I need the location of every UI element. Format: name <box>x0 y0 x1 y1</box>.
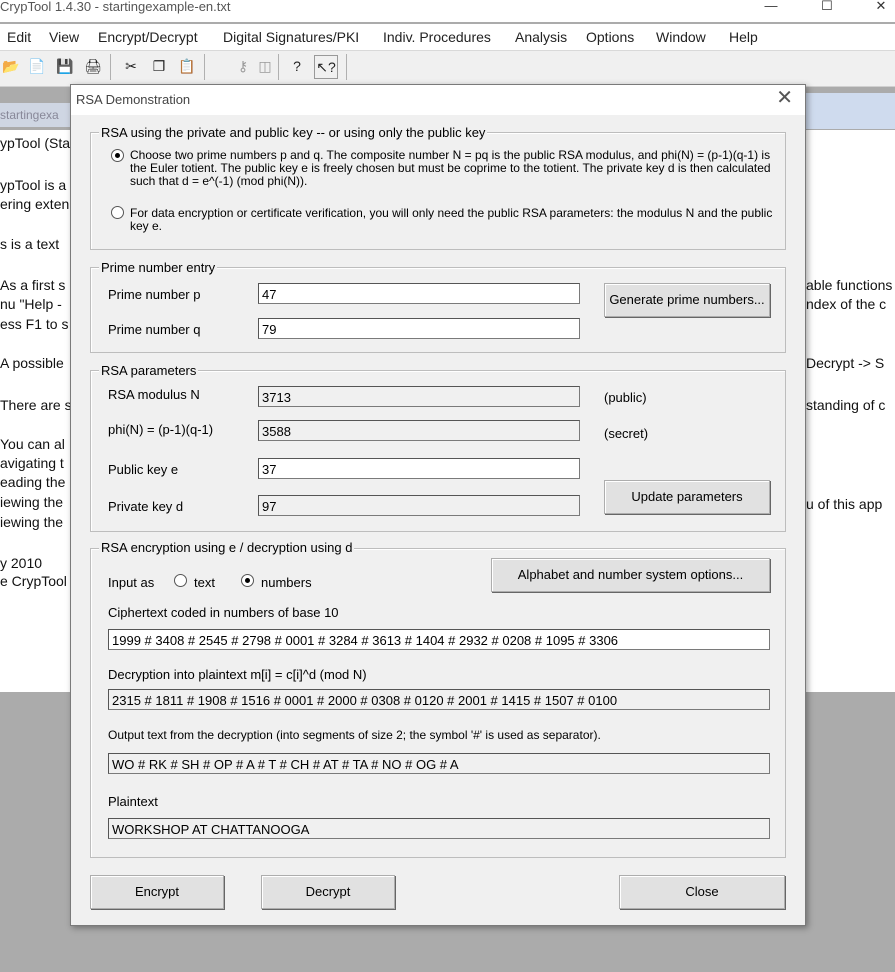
menu-edit[interactable]: Edit <box>7 29 31 45</box>
mode-group-legend: RSA using the private and public key -- … <box>99 125 488 140</box>
params-group-legend: RSA parameters <box>99 363 199 378</box>
menu-analysis[interactable]: Analysis <box>515 29 567 45</box>
phi-field[interactable]: 3588 <box>258 420 580 441</box>
ciphertext-input[interactable]: 1999 # 3408 # 2545 # 2798 # 0001 # 3284 … <box>108 629 770 650</box>
dialog-close-icon[interactable]: ✕ <box>776 88 793 108</box>
menu-options[interactable]: Options <box>586 29 634 45</box>
document-tab-strip <box>805 93 895 129</box>
cut-icon[interactable]: ✂ <box>120 55 142 77</box>
radio-private-public[interactable] <box>111 149 124 162</box>
input-numbers-label: numbers <box>261 575 312 590</box>
close-button[interactable]: Close <box>619 875 785 909</box>
doc-line: u of this app <box>806 496 883 512</box>
context-help-icon[interactable]: ↖? <box>314 55 338 79</box>
modulus-n-label: RSA modulus N <box>108 387 200 402</box>
modulus-public-note: (public) <box>604 390 647 405</box>
prime-q-input[interactable]: 79 <box>258 318 580 339</box>
dialog-titlebar: RSA Demonstration ✕ <box>71 85 805 115</box>
app-titlebar: CrypTool 1.4.30 - startingexample-en.txt… <box>0 0 895 22</box>
menu-view[interactable]: View <box>49 29 79 45</box>
crypt-group-legend: RSA encryption using e / decryption usin… <box>99 540 355 555</box>
input-text-label: text <box>194 575 215 590</box>
rsa-dialog: RSA Demonstration ✕ RSA using the privat… <box>70 84 806 926</box>
prime-group-legend: Prime number entry <box>99 260 218 275</box>
doc-line: able functions <box>806 277 893 293</box>
ciphertext-label: Ciphertext coded in numbers of base 10 <box>108 605 339 620</box>
plaintext-label: Plaintext <box>108 794 158 809</box>
minimize-icon[interactable]: — <box>748 0 794 16</box>
doc-line: You can al <box>0 436 65 452</box>
doc-line: avigating t <box>0 455 64 471</box>
help-icon[interactable]: ? <box>286 55 308 77</box>
doc-line: Decrypt -> S <box>806 355 885 371</box>
doc-line: e CrypTool <box>0 573 67 589</box>
menu-encrypt-decrypt[interactable]: Encrypt/Decrypt <box>98 29 198 45</box>
menu-window[interactable]: Window <box>656 29 706 45</box>
decryption-field[interactable]: 2315 # 1811 # 1908 # 1516 # 0001 # 2000 … <box>108 689 770 710</box>
phi-secret-note: (secret) <box>604 426 649 441</box>
output-text-label: Output text from the decryption (into se… <box>108 728 601 742</box>
dialog-title: RSA Demonstration <box>76 92 191 107</box>
update-parameters-button[interactable]: Update parameters <box>604 480 770 514</box>
toolbar: 📂 📄 💾 🖨 ✂ ❐ 📋 ⚷ ◫ ? ↖? <box>0 51 895 87</box>
doc-line: s is a text <box>0 236 60 252</box>
menu-help[interactable]: Help <box>729 29 758 45</box>
doc-line: As a first s <box>0 277 66 293</box>
modulus-n-field[interactable]: 3713 <box>258 386 580 407</box>
doc-line: ypTool (Sta <box>0 135 71 151</box>
key-store-icon[interactable]: ◫ <box>254 55 276 77</box>
encrypt-button[interactable]: Encrypt <box>90 875 224 909</box>
menu-digital-signatures[interactable]: Digital Signatures/PKI <box>223 29 359 45</box>
radio-public-only[interactable] <box>111 206 124 219</box>
prime-p-label: Prime number p <box>108 287 201 302</box>
radio-input-text[interactable] <box>174 574 187 587</box>
generate-primes-button[interactable]: Generate prime numbers... <box>604 283 770 317</box>
doc-line: y 2010 <box>0 555 43 571</box>
doc-line: ess F1 to s <box>0 316 69 332</box>
copy-icon[interactable]: ❐ <box>148 55 170 77</box>
option-public-only-text: For data encryption or certificate verif… <box>130 206 773 233</box>
doc-line: standing of c <box>806 397 886 413</box>
doc-line: eading the <box>0 474 66 490</box>
app-title: CrypTool 1.4.30 - startingexample-en.txt <box>0 0 231 14</box>
input-as-label: Input as <box>108 575 155 590</box>
paste-icon[interactable]: 📋 <box>176 55 198 77</box>
print-icon[interactable]: 🖨 <box>82 55 104 77</box>
doc-line: A possible <box>0 355 64 371</box>
doc-line: ypTool is a <box>0 177 67 193</box>
doc-line: ndex of the c <box>806 296 887 312</box>
doc-line: nu "Help - <box>0 296 62 312</box>
plaintext-field[interactable]: WORKSHOP AT CHATTANOOGA <box>108 818 770 839</box>
maximize-icon[interactable]: ☐ <box>804 0 850 16</box>
doc-line: iewing the <box>0 494 64 510</box>
open-folder-icon[interactable]: 📂 <box>0 55 22 77</box>
close-window-icon[interactable]: ✕ <box>858 0 895 16</box>
doc-line: ering exten <box>0 196 70 212</box>
prime-p-input[interactable]: 47 <box>258 283 580 304</box>
menu-indiv-procedures[interactable]: Indiv. Procedures <box>383 29 491 45</box>
alphabet-options-button[interactable]: Alphabet and number system options... <box>491 558 770 592</box>
doc-line: iewing the <box>0 514 64 530</box>
radio-input-numbers[interactable] <box>241 574 254 587</box>
public-key-e-label: Public key e <box>108 462 179 477</box>
public-key-e-input[interactable]: 37 <box>258 458 580 479</box>
option-private-public-text: Choose two prime numbers p and q. The co… <box>130 148 771 188</box>
decrypt-button[interactable]: Decrypt <box>261 875 395 909</box>
doc-line: There are s <box>0 397 72 413</box>
output-text-field[interactable]: WO # RK # SH # OP # A # T # CH # AT # TA… <box>108 753 770 774</box>
save-icon[interactable]: 💾 <box>54 55 76 77</box>
phi-label: phi(N) = (p-1)(q-1) <box>108 422 214 437</box>
private-key-d-label: Private key d <box>108 499 184 514</box>
menu-bar: Edit View Encrypt/Decrypt Digital Signat… <box>0 24 895 51</box>
prime-q-label: Prime number q <box>108 322 201 337</box>
key-icon[interactable]: ⚷ <box>232 55 254 77</box>
private-key-d-field[interactable]: 97 <box>258 495 580 516</box>
decryption-label: Decryption into plaintext m[i] = c[i]^d … <box>108 667 367 682</box>
open-file-icon[interactable]: 📄 <box>26 55 48 77</box>
document-tab-label: startingexa <box>0 108 59 122</box>
